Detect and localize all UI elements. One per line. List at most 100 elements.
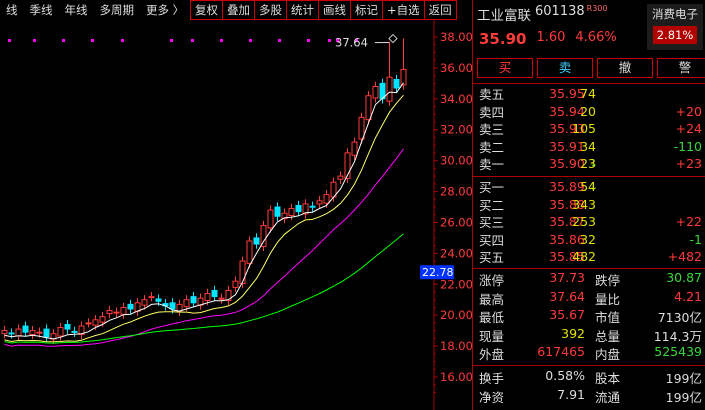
stock-name: 工业富联: [477, 8, 531, 24]
candle-down: [274, 206, 281, 217]
order-level-label: 卖二: [479, 139, 505, 155]
stat-value: 37.73: [549, 270, 585, 285]
stat-label: 市值: [595, 310, 621, 325]
period-option[interactable]: 年线: [59, 0, 94, 20]
candle-down: [393, 79, 400, 89]
stat-label: 外盘: [479, 347, 505, 362]
stat-row: 最低 35.67 市值 7130亿: [473, 307, 705, 326]
period-option[interactable]: 季线: [24, 0, 59, 20]
candle-down: [211, 289, 218, 298]
y-tick-label: 24.00: [440, 246, 472, 260]
order-level-label: 买二: [479, 197, 505, 213]
stat-value: 0.58%: [545, 368, 585, 383]
ma10-line: [4, 94, 404, 343]
divider: [473, 268, 705, 269]
stat-label: 净资: [479, 389, 505, 405]
candle-down: [309, 205, 316, 208]
candle-up: [218, 297, 225, 300]
event-marker: [91, 39, 94, 42]
toolbar-button[interactable]: +自选: [382, 0, 424, 20]
period-option[interactable]: 多周期: [94, 0, 141, 20]
toolbar-button[interactable]: 返回: [423, 0, 457, 20]
toolbar-button[interactable]: 多股: [254, 0, 286, 20]
buy-button[interactable]: 买: [477, 58, 533, 78]
candle-down: [64, 323, 71, 330]
sector-change-pct: 2.81%: [652, 26, 698, 44]
stat-value: 199亿: [665, 389, 702, 405]
candle-down: [22, 325, 29, 333]
candle-up: [372, 85, 379, 99]
current-price: 35.90: [479, 30, 527, 48]
period-option[interactable]: 线: [0, 0, 24, 20]
cancel-order-button[interactable]: 撤: [597, 58, 653, 78]
ma60-line: [4, 233, 404, 344]
candle-up: [141, 299, 148, 306]
toolbar-button[interactable]: 叠加: [222, 0, 254, 20]
candle-up: [106, 310, 113, 315]
stat-value: 7130亿: [657, 310, 702, 325]
candle-up: [351, 141, 358, 156]
candle-down: [127, 303, 134, 310]
y-tick-label: 34.00: [440, 92, 472, 106]
candle-up: [365, 95, 372, 121]
order-volume-change: +482: [667, 249, 702, 265]
stats-block-2: 换手 0.58% 股本 199亿 净资 7.91 流通 199亿: [473, 368, 705, 405]
candle-up: [113, 311, 120, 314]
kline-chart-canvas[interactable]: 38.00 36.00 34.00 32.00 30.00 28.00 26.00 24.00…: [0, 20, 473, 410]
toolbar-button[interactable]: 画线: [318, 0, 350, 20]
stats-block: 涨停 37.73 跌停 30.87 最高 37.64 量比 4.21 最低 35.67 市值 7130…: [473, 270, 705, 363]
ma5-line: [4, 82, 404, 340]
stat-row: 净资 7.91 流通 199亿: [473, 387, 705, 406]
sector-box[interactable]: 消费电子 2.81%: [647, 4, 703, 50]
kline-chart[interactable]: 38.00 36.00 34.00 32.00 30.00 28.00 26.00 24.00…: [0, 20, 473, 410]
order-volume: 343: [572, 196, 596, 212]
stat-row: 外盘 617465 内盘 525439: [473, 344, 705, 363]
y-tick-label: 26.00: [440, 215, 472, 229]
period-option[interactable]: 更多 〉: [140, 0, 190, 20]
stat-label: 跌停: [595, 273, 621, 288]
order-volume-change: +24: [675, 121, 702, 137]
event-marker: [220, 39, 223, 42]
stat-label: 最高: [479, 291, 505, 307]
order-volume: 74: [580, 86, 596, 102]
buy-order-row: 买五 35.85 482 +482: [473, 248, 705, 266]
toolbar-button[interactable]: 统计: [286, 0, 318, 20]
candle-up: [148, 296, 155, 299]
event-marker: [170, 39, 173, 42]
candle-up: [204, 293, 211, 301]
period-selector: 线季线 年线 多周期 更多 〉: [0, 0, 190, 20]
toolbar-button[interactable]: 复权: [190, 0, 222, 20]
quote-panel: 工业富联 601138 R300 消费电子 2.81% 35.90 1.60 4…: [472, 0, 705, 410]
y-tick-label: 20.00: [440, 308, 472, 322]
candle-down: [71, 330, 78, 333]
candle-up: [337, 175, 344, 180]
candle-up: [288, 208, 295, 217]
divider: [473, 83, 705, 84]
y-tick-label: 36.00: [440, 61, 472, 75]
buy-order-book: 买一 35.89 ↓ 54 买二 35.88 343 买三 35.87 253 +22 买四 35.86…: [473, 178, 705, 266]
stat-value: 30.87: [666, 270, 702, 285]
order-volume: 20: [580, 103, 596, 119]
index-badge: R300: [586, 4, 608, 13]
y-tick-label: 32.00: [440, 123, 472, 137]
high-price-label: 37.64: [335, 36, 368, 50]
stat-label: 流通: [595, 389, 621, 405]
toolbar-button[interactable]: 标记: [350, 0, 382, 20]
alert-button[interactable]: 警: [657, 58, 705, 78]
ma20-line: [4, 148, 404, 347]
sell-order-row: 卖四 35.94 20 +20: [473, 103, 705, 121]
order-volume: 23: [580, 156, 596, 172]
candle-up: [358, 116, 365, 140]
candle-up: [120, 306, 127, 315]
candle-down: [155, 298, 162, 302]
event-marker: [328, 39, 331, 42]
candle-up: [57, 327, 64, 337]
sell-button[interactable]: 卖: [537, 58, 593, 78]
stat-label: 换手: [479, 371, 505, 386]
stat-value: 392: [561, 325, 585, 341]
y-tick-label: 18.00: [440, 339, 472, 353]
candle-up: [246, 240, 253, 264]
buy-order-row: 买一 35.89 ↓ 54: [473, 178, 705, 196]
sector-name: 消费电子: [652, 7, 698, 21]
candle-up: [85, 322, 92, 325]
